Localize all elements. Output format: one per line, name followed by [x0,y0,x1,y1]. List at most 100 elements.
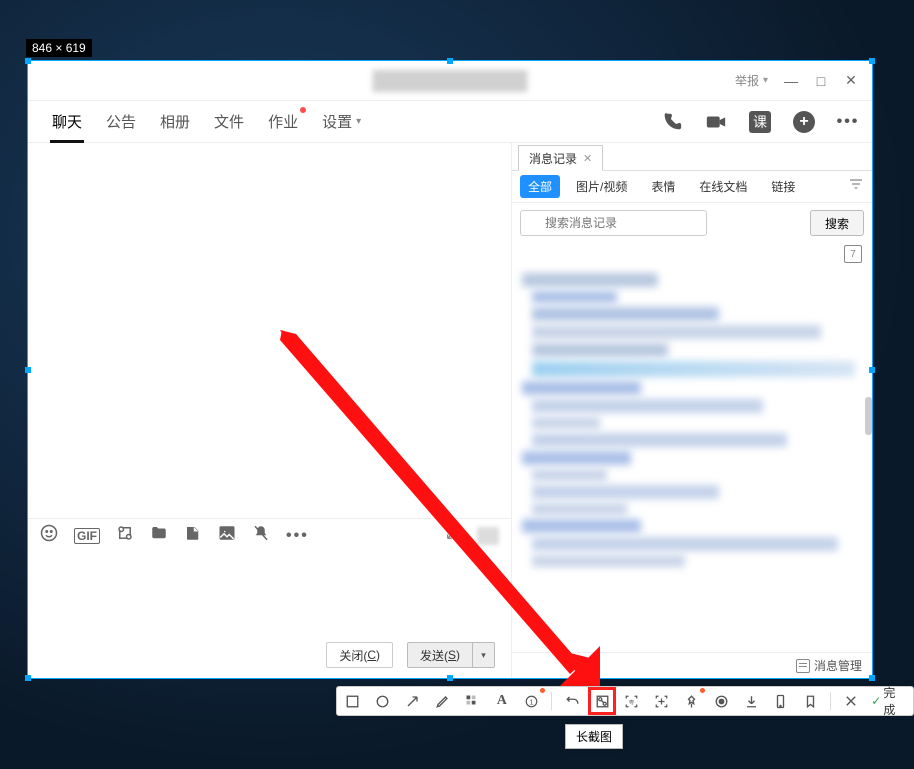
rectangle-tool-icon[interactable] [343,691,363,711]
send-file-icon[interactable] [184,524,202,547]
record-icon[interactable] [711,691,731,711]
filter-emoji[interactable]: 表情 [643,175,683,198]
phone-icon[interactable] [771,691,791,711]
add-icon[interactable]: + [792,111,816,133]
filter-docs[interactable]: 在线文档 [691,175,755,198]
message-input[interactable] [28,552,511,632]
history-tab[interactable]: 消息记录 ✕ [518,145,603,171]
history-footer[interactable]: 消息管理 [512,652,872,678]
resize-handle-br[interactable] [869,675,875,681]
main-tabs: 聊天 公告 相册 文件 作业 设置▾ 课 + ••• [28,101,872,143]
chat-pane: GIF ••• [28,143,512,678]
close-tab-icon[interactable]: ✕ [583,152,592,165]
download-icon[interactable] [741,691,761,711]
history-search-input[interactable] [520,210,707,236]
report-link[interactable]: 举报 [735,72,759,89]
resize-handle-bm[interactable] [447,675,453,681]
close-window-button[interactable]: ✕ [836,66,866,96]
resize-handle-tl[interactable] [25,58,31,64]
list-item [532,343,668,357]
list-item [532,291,617,303]
filter-all[interactable]: 全部 [520,175,560,198]
maximize-button[interactable]: □ [806,66,836,96]
bookmark-icon[interactable] [801,691,821,711]
chevron-down-icon: ▾ [356,116,361,127]
gif-icon[interactable]: GIF [74,528,100,544]
tab-chat[interactable]: 聊天 [40,101,94,142]
history-panel: 消息记录 ✕ 全部 图片/视频 表情 在线文档 链接 [512,143,872,678]
screenshot-icon[interactable] [116,524,134,547]
folder-icon[interactable] [150,524,168,547]
history-search-button[interactable]: 搜索 [810,210,864,236]
list-item [532,537,838,551]
chat-messages-area[interactable] [28,143,511,518]
resize-handle-bl[interactable] [25,675,31,681]
report-dropdown-icon[interactable]: ▾ [763,75,768,86]
calendar-icon[interactable]: 7 [844,245,862,263]
screenshot-toolbar: A 1 粤 ✓完成 [336,686,914,716]
homework-unread-dot [300,107,306,113]
tab-files[interactable]: 文件 [202,101,256,142]
svg-text:1: 1 [529,697,533,706]
cancel-icon[interactable] [841,691,861,711]
resize-handle-ml[interactable] [25,367,31,373]
send-buttons-row: 关闭(C) 发送(S) ▾ [28,632,511,678]
list-item [522,273,658,287]
screenshot-selection[interactable]: 举报 ▾ — □ ✕ 聊天 公告 相册 文件 作业 设置▾ 课 [27,60,873,679]
image-icon[interactable] [218,524,236,547]
toolbar-separator [830,692,831,710]
chat-window: 举报 ▾ — □ ✕ 聊天 公告 相册 文件 作业 设置▾ 课 [28,61,872,678]
history-message-list[interactable] [512,267,872,652]
history-tabs: 消息记录 ✕ [512,143,872,171]
input-toolbar: GIF ••• [28,518,511,552]
send-button[interactable]: 发送(S) [407,642,473,668]
resize-handle-tm[interactable] [447,58,453,64]
mute-icon[interactable] [252,524,270,547]
ocr-icon[interactable]: 粤 [622,691,642,711]
list-item [532,325,821,339]
tooltip-long-screenshot: 长截图 [565,724,623,749]
arrow-tool-icon[interactable] [403,691,423,711]
send-dropdown[interactable]: ▾ [473,642,495,668]
list-item [532,555,685,567]
long-screenshot-icon[interactable] [592,691,612,711]
emoji-icon[interactable] [40,524,58,547]
list-item [532,307,719,321]
pencil-tool-icon[interactable] [432,691,452,711]
voice-call-icon[interactable] [660,111,684,133]
more-input-icon[interactable]: ••• [286,527,309,545]
expand-icon[interactable] [445,525,461,546]
history-blur-icon[interactable] [477,527,499,545]
text-tool-icon[interactable]: A [492,691,512,711]
filter-media[interactable]: 图片/视频 [568,175,635,198]
video-call-icon[interactable] [704,111,728,133]
resize-handle-mr[interactable] [869,367,875,373]
close-button[interactable]: 关闭(C) [326,642,393,668]
selection-dimensions-label: 846 × 619 [26,39,92,57]
tab-notice[interactable]: 公告 [94,101,148,142]
pin-icon[interactable] [682,691,702,711]
toolbar-separator [551,692,552,710]
resize-handle-tr[interactable] [869,58,875,64]
tab-album[interactable]: 相册 [148,101,202,142]
ellipse-tool-icon[interactable] [373,691,393,711]
filter-settings-icon[interactable] [848,176,864,197]
list-item [532,417,600,429]
list-item [532,361,855,377]
history-search-row: 🔍 搜索 [512,203,872,243]
class-icon[interactable]: 课 [748,111,772,133]
mosaic-tool-icon[interactable] [462,691,482,711]
minimize-button[interactable]: — [776,66,806,96]
tab-settings[interactable]: 设置▾ [310,101,373,142]
list-item [522,381,641,395]
filter-links[interactable]: 链接 [763,175,803,198]
list-item [532,485,719,499]
done-button[interactable]: ✓完成 [871,684,907,718]
serial-tool-icon[interactable]: 1 [522,691,542,711]
undo-icon[interactable] [562,691,582,711]
list-item [532,503,627,515]
translate-icon[interactable] [652,691,672,711]
more-icon[interactable]: ••• [836,111,860,133]
tab-homework[interactable]: 作业 [256,101,310,142]
scrollbar-thumb[interactable] [865,397,872,435]
